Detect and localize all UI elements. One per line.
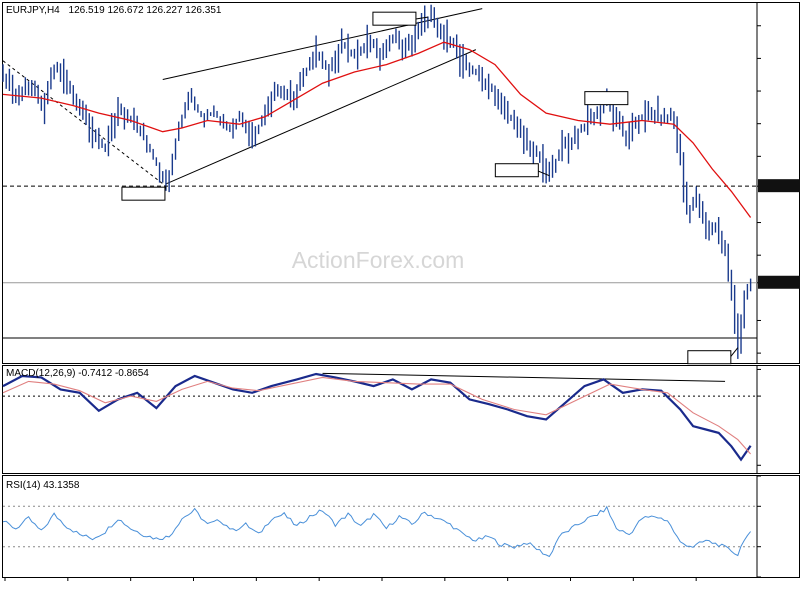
price-level-tag xyxy=(758,179,800,193)
macd-pane xyxy=(2,372,757,462)
ohlc-readout: 126.519 126.672 126.227 126.351 xyxy=(69,5,222,16)
watermark: ActionForex.com xyxy=(292,247,465,273)
rsi-pane xyxy=(2,505,757,558)
annotation-box xyxy=(121,186,166,201)
watermark-layer: ActionForex.com xyxy=(292,247,465,273)
price-pane xyxy=(2,4,757,365)
chart-root: ActionForex.com EURJPY,H4 126.519 126.67… xyxy=(0,0,800,600)
annotation-box xyxy=(494,163,539,178)
chart-frames xyxy=(2,2,800,578)
annotation-box xyxy=(687,350,732,365)
pane-titles: EURJPY,H4 126.519 126.672 126.227 126.35… xyxy=(6,5,222,491)
pane-frame-1 xyxy=(2,365,800,474)
trendline xyxy=(165,49,477,185)
price-level-tag xyxy=(758,275,800,289)
annotation-box xyxy=(372,11,417,26)
price-pane-title: EURJPY,H4 126.519 126.672 126.227 126.35… xyxy=(6,5,222,16)
macd-pane-title: MACD(12,26,9) -0.7412 -0.8654 xyxy=(6,368,149,379)
macd-line xyxy=(2,372,752,462)
annotation-box xyxy=(584,91,629,106)
rsi-pane-title: RSI(14) 43.1358 xyxy=(6,480,80,491)
pane-frame-2 xyxy=(2,475,800,578)
trendline xyxy=(2,60,167,187)
pane-frame-0 xyxy=(2,2,800,364)
eurjpy-chart: ActionForex.com EURJPY,H4 126.519 126.67… xyxy=(2,2,800,581)
macd-signal-line xyxy=(2,376,752,455)
rsi-line xyxy=(2,505,751,558)
macd-divergence-line xyxy=(322,372,726,382)
symbol-title: EURJPY,H4 xyxy=(6,5,60,16)
